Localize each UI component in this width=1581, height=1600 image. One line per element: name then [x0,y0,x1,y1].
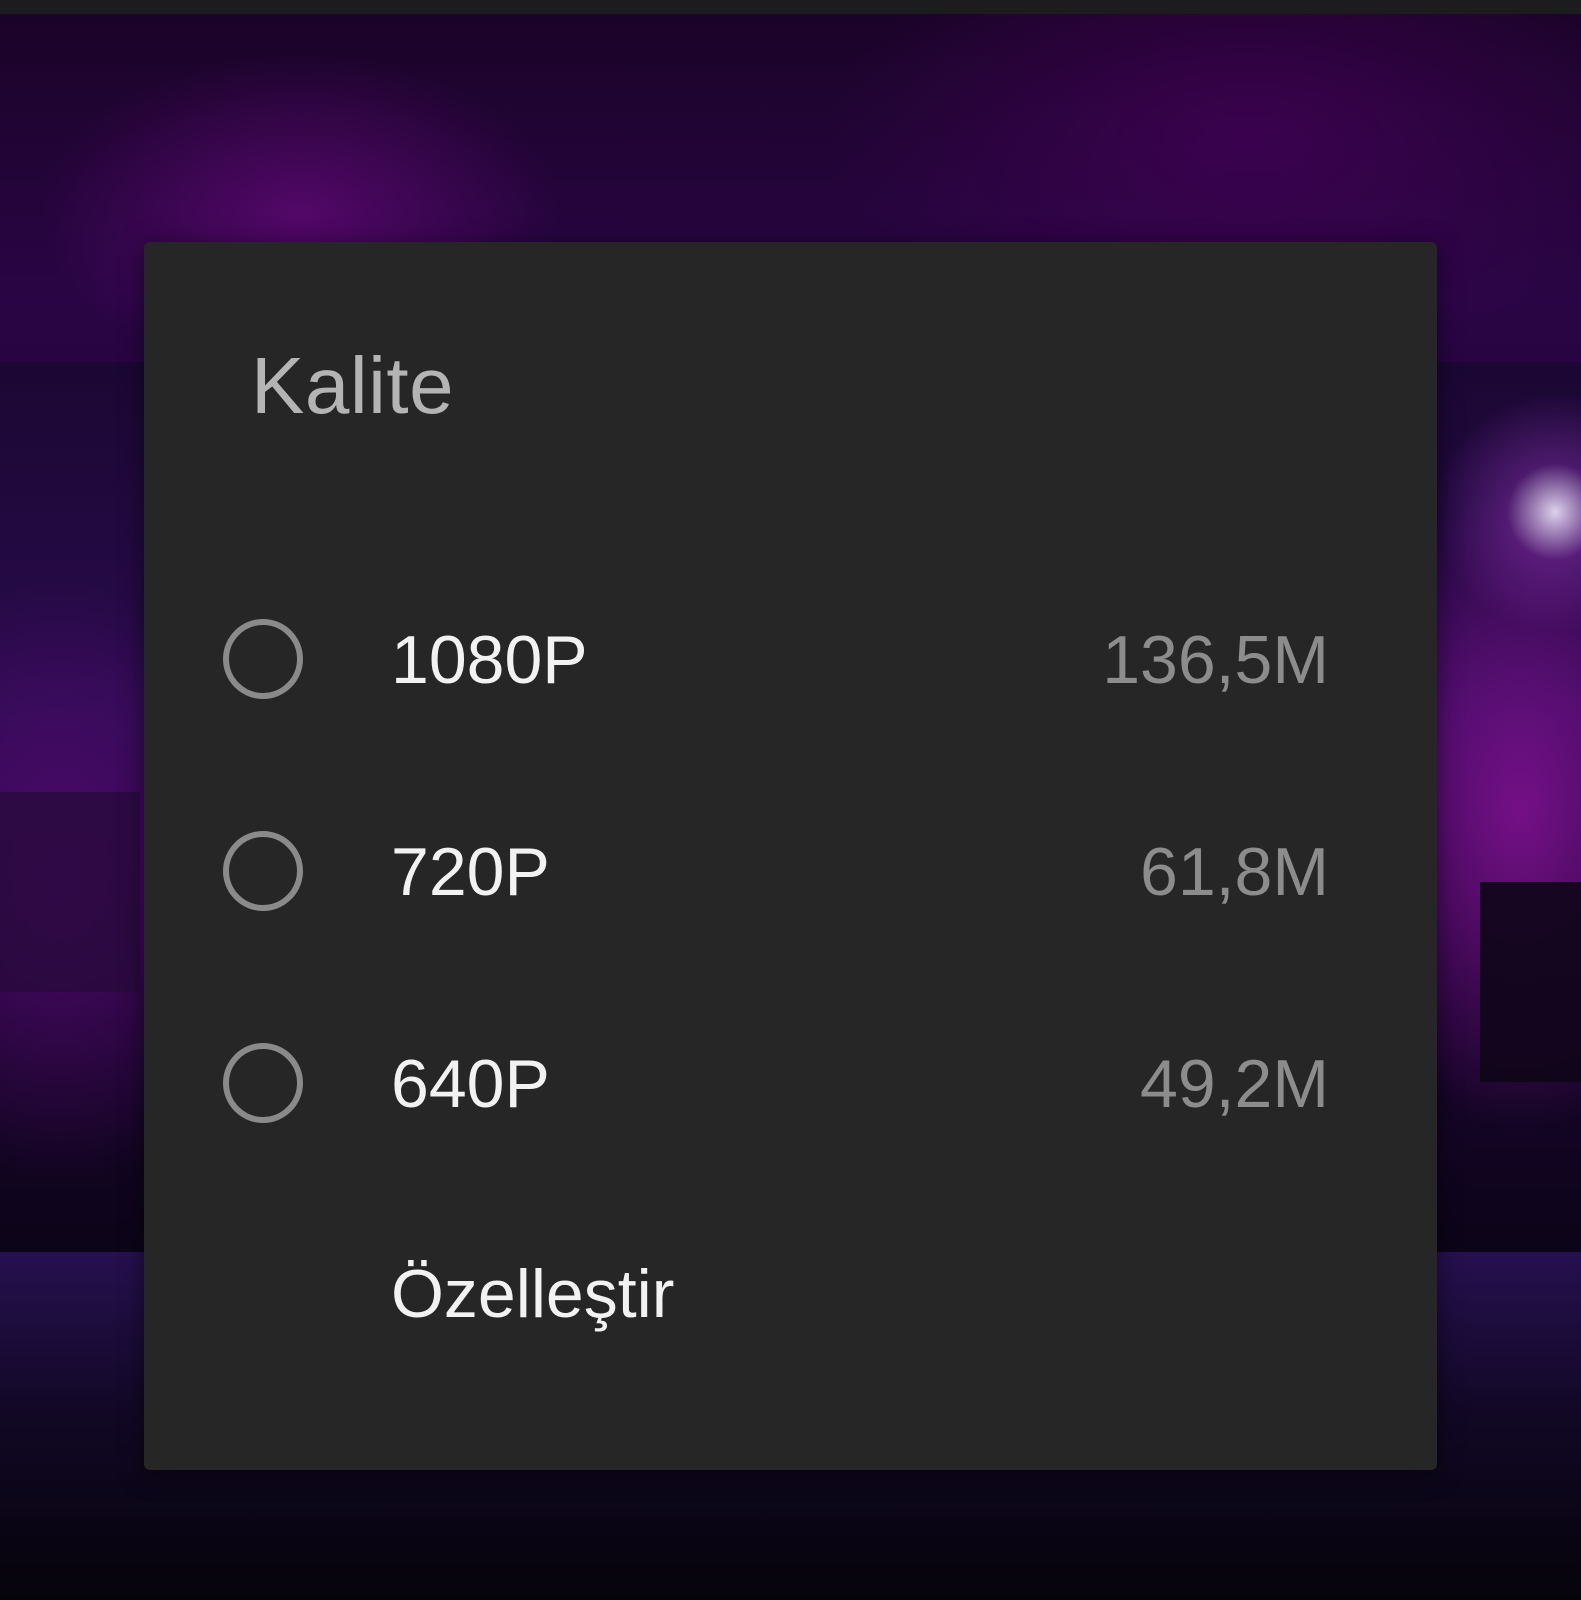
quality-dialog: Kalite 1080P 136,5M 720P 61,8M 640P 49,2… [144,242,1437,1470]
quality-option-label: 1080P [391,622,588,698]
quality-option-label: 720P [391,834,550,910]
quality-option-640p[interactable]: 640P 49,2M [144,1018,1437,1158]
quality-option-size: 49,2M [1140,1046,1329,1122]
quality-option-1080p[interactable]: 1080P 136,5M [144,594,1437,734]
quality-option-720p[interactable]: 720P 61,8M [144,806,1437,946]
quality-option-size: 61,8M [1140,834,1329,910]
stage-speaker-right [1480,882,1581,1082]
radio-unchecked-icon[interactable] [223,1043,303,1123]
quality-option-label: 640P [391,1046,550,1122]
customize-option[interactable]: Özelleştir [391,1260,674,1328]
status-strip [0,0,1581,14]
radio-unchecked-icon[interactable] [223,831,303,911]
dialog-title: Kalite [251,341,455,430]
radio-unchecked-icon[interactable] [223,619,303,699]
screen: Kalite 1080P 136,5M 720P 61,8M 640P 49,2… [0,0,1581,1600]
quality-option-size: 136,5M [1102,622,1329,698]
stage-amp-left [0,792,140,992]
